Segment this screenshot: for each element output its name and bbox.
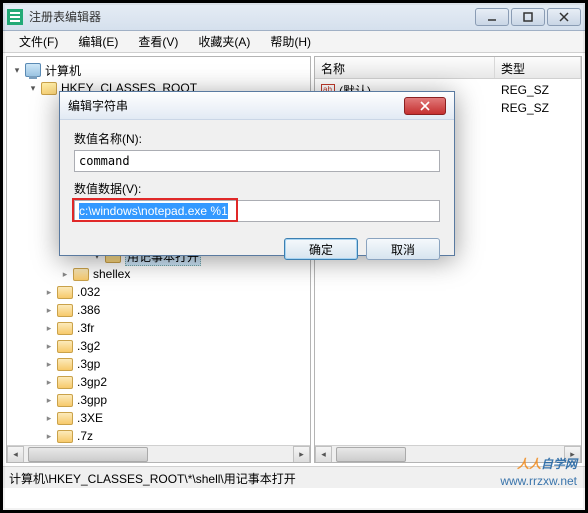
value-data-text: c:\windows\notepad.exe %1 [79, 203, 228, 219]
scroll-track[interactable] [332, 446, 564, 462]
tree-label: .3gp [77, 357, 100, 371]
values-hscrollbar[interactable]: ◂ ▸ [315, 445, 581, 462]
computer-icon [25, 63, 41, 77]
expander-icon[interactable] [11, 64, 23, 76]
scroll-right-icon[interactable]: ▸ [564, 446, 581, 463]
column-name[interactable]: 名称 [315, 57, 495, 78]
window-controls [475, 8, 581, 26]
expander-icon[interactable] [43, 304, 55, 316]
status-path: 计算机\HKEY_CLASSES_ROOT\*\shell\用记事本打开 [9, 472, 296, 486]
tree-hscrollbar[interactable]: ◂ ▸ [7, 445, 310, 462]
expander-icon[interactable] [43, 286, 55, 298]
folder-icon [57, 322, 73, 335]
tree-node[interactable]: .3g2 [9, 337, 308, 355]
tree-node[interactable]: .032 [9, 283, 308, 301]
expander-icon[interactable] [43, 376, 55, 388]
scroll-left-icon[interactable]: ◂ [7, 446, 24, 463]
menu-view[interactable]: 查看(V) [128, 31, 188, 52]
value-type-cell: REG_SZ [495, 101, 581, 115]
tree-label: .3fr [77, 321, 94, 335]
titlebar: 注册表编辑器 [3, 3, 585, 31]
dialog-body: 数值名称(N): 数值数据(V): c:\windows\notepad.exe… [60, 120, 454, 238]
dialog-buttons: 确定 取消 [60, 238, 454, 270]
tree-node[interactable]: .3gpp [9, 391, 308, 409]
tree-node[interactable]: .3XE [9, 409, 308, 427]
expander-icon[interactable] [43, 412, 55, 424]
maximize-button[interactable] [511, 8, 545, 26]
statusbar: 计算机\HKEY_CLASSES_ROOT\*\shell\用记事本打开 [3, 466, 585, 488]
ok-button[interactable]: 确定 [284, 238, 358, 260]
tree-label: .7z [77, 429, 93, 443]
cancel-button[interactable]: 取消 [366, 238, 440, 260]
tree-label: .032 [77, 285, 100, 299]
tree-node[interactable]: .3gp [9, 355, 308, 373]
value-name-label: 数值名称(N): [74, 130, 440, 147]
tree-label: .3gp2 [77, 375, 107, 389]
tree-label: .3g2 [77, 339, 100, 353]
value-name-input[interactable] [74, 150, 440, 172]
folder-icon [57, 304, 73, 317]
menu-edit[interactable]: 编辑(E) [68, 31, 128, 52]
window-title: 注册表编辑器 [29, 8, 101, 25]
dialog-titlebar[interactable]: 编辑字符串 [60, 92, 454, 120]
expander-icon[interactable] [43, 430, 55, 442]
tree-node[interactable]: .7z [9, 427, 308, 445]
column-type[interactable]: 类型 [495, 57, 581, 78]
tree-label: .3XE [77, 411, 103, 425]
menu-favorites[interactable]: 收藏夹(A) [188, 31, 260, 52]
expander-icon[interactable] [27, 82, 39, 94]
expander-icon[interactable] [43, 340, 55, 352]
scroll-left-icon[interactable]: ◂ [315, 446, 332, 463]
folder-icon [57, 358, 73, 371]
regedit-icon [7, 9, 23, 25]
close-button[interactable] [547, 8, 581, 26]
menubar: 文件(F) 编辑(E) 查看(V) 收藏夹(A) 帮助(H) [3, 31, 585, 53]
value-data-input[interactable]: c:\windows\notepad.exe %1 [74, 200, 440, 222]
scroll-thumb[interactable] [28, 447, 148, 462]
list-header: 名称 类型 [315, 57, 581, 79]
dialog-title: 编辑字符串 [68, 97, 128, 114]
minimize-button[interactable] [475, 8, 509, 26]
scroll-track[interactable] [24, 446, 293, 462]
tree-node[interactable]: .3gp2 [9, 373, 308, 391]
menu-file[interactable]: 文件(F) [9, 31, 68, 52]
value-type-cell: REG_SZ [495, 83, 581, 97]
menu-help[interactable]: 帮助(H) [260, 31, 321, 52]
expander-icon[interactable] [43, 322, 55, 334]
folder-icon [41, 82, 57, 95]
folder-icon [57, 430, 73, 443]
dialog-close-button[interactable] [404, 97, 446, 115]
tree-node[interactable]: .386 [9, 301, 308, 319]
expander-icon[interactable] [43, 358, 55, 370]
folder-icon [57, 286, 73, 299]
tree-label: .386 [77, 303, 100, 317]
folder-icon [57, 412, 73, 425]
value-data-label: 数值数据(V): [74, 180, 440, 197]
expander-icon[interactable] [43, 394, 55, 406]
scroll-right-icon[interactable]: ▸ [293, 446, 310, 463]
folder-icon [57, 376, 73, 389]
folder-icon [57, 394, 73, 407]
edit-string-dialog: 编辑字符串 数值名称(N): 数值数据(V): c:\windows\notep… [59, 91, 455, 256]
folder-icon [57, 340, 73, 353]
scroll-thumb[interactable] [336, 447, 406, 462]
tree-label: 计算机 [45, 62, 81, 79]
tree-label: .3gpp [77, 393, 107, 407]
tree-node[interactable]: .3fr [9, 319, 308, 337]
tree-root[interactable]: 计算机 [9, 61, 308, 79]
